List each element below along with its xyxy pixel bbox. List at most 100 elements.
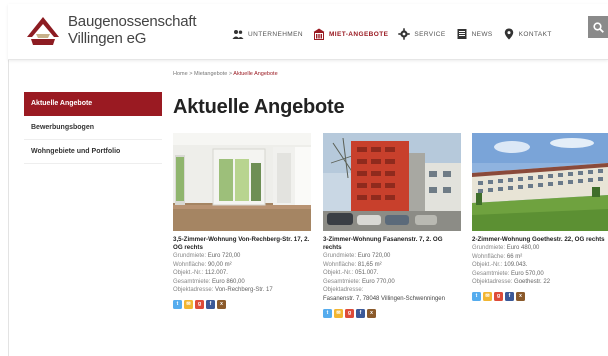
xing-icon[interactable]: x <box>367 308 376 318</box>
main-nav: UNTERNEHMEN MIET-ANGEBOTE SERVICE NEWS K… <box>232 28 552 40</box>
share-bar: t ✉ g f x <box>173 299 311 309</box>
row-label: Wohnfläche: <box>173 261 207 268</box>
complex-photo-image <box>472 133 608 231</box>
listing-objektadresse: Objektadresse: Von-Rechberg-Str. 17 <box>173 286 311 295</box>
search-button[interactable] <box>588 16 608 38</box>
people-icon <box>232 30 244 39</box>
listing-objektadresse: Objektadresse: <box>323 286 461 295</box>
nav-service[interactable]: SERVICE <box>398 28 445 40</box>
twitter-icon[interactable]: t <box>173 299 182 309</box>
row-label: Gesamtmiete: <box>323 278 361 285</box>
listing-title[interactable]: 3,5-Zimmer-Wohnung Von-Rechberg-Str. 17,… <box>173 236 311 252</box>
nav-kontakt[interactable]: KONTAKT <box>503 28 552 40</box>
sidebar: Aktuelle Angebote Bewerbungsbogen Wohnge… <box>24 92 162 164</box>
nav-label: KONTAKT <box>518 30 552 38</box>
listing-objekt-nr: Objekt.-Nr.: 051.007. <box>323 269 461 278</box>
row-label: Objekt.-Nr.: <box>173 270 204 277</box>
breadcrumb-home[interactable]: Home <box>173 71 188 77</box>
row-label: Objektadresse: <box>173 287 214 294</box>
listing-photo-complex[interactable] <box>472 133 608 231</box>
nav-miet-angebote[interactable]: MIET-ANGEBOTE <box>313 28 388 40</box>
row-label: Objektadresse: <box>323 287 364 294</box>
xing-icon[interactable]: x <box>516 291 525 301</box>
nav-news[interactable]: NEWS <box>456 28 493 40</box>
building-icon <box>313 28 325 40</box>
listing-gesamtmiete: Gesamtmiete: Euro 860,00 <box>173 278 311 287</box>
breadcrumb-separator: > <box>189 71 193 77</box>
row-value: Euro 480,00 <box>506 245 540 251</box>
gear-icon <box>398 28 411 40</box>
sidebar-item-bewerbungsbogen[interactable]: Bewerbungsbogen <box>24 116 162 140</box>
listing-address: Fasanenstr. 7, 78048 Villingen-Schwennin… <box>323 295 445 302</box>
listing-card: 3-Zimmer-Wohnung Fasanenstr. 7, 2. OG re… <box>323 133 461 318</box>
xing-icon[interactable]: x <box>217 299 226 309</box>
listing-grundmiete: Grundmiete: Euro 480,00 <box>472 244 608 253</box>
row-value: 66 m² <box>506 253 523 260</box>
row-label: Gesamtmiete: <box>173 278 211 285</box>
listing-title[interactable]: 3-Zimmer-Wohnung Fasanenstr. 7, 2. OG re… <box>323 236 461 252</box>
row-value: 051.007. <box>355 270 379 277</box>
row-label: Wohnfläche: <box>323 261 357 268</box>
listing-grundmiete: Grundmiete: Euro 720,00 <box>323 252 461 261</box>
brand-line-1: Baugenossenschaft <box>68 13 197 30</box>
mail-icon[interactable]: ✉ <box>483 291 492 301</box>
brand-name[interactable]: Baugenossenschaft Villingen eG <box>68 13 197 47</box>
row-value: 109.043. <box>504 262 528 269</box>
listing-photo-building[interactable] <box>323 133 461 231</box>
share-bar: t ✉ g f x <box>323 308 461 318</box>
breadcrumb-parent[interactable]: Mietangebote <box>194 71 227 77</box>
twitter-icon[interactable]: t <box>472 291 481 301</box>
row-label: Objekt.-Nr.: <box>472 262 503 269</box>
row-label: Grundmiete: <box>173 253 207 259</box>
site-header: Baugenossenschaft Villingen eG UNTERNEHM… <box>8 4 608 60</box>
listing-wohnflaeche: Wohnfläche: 66 m² <box>472 253 608 262</box>
mail-icon[interactable]: ✉ <box>184 299 193 309</box>
listing-gesamtmiete: Gesamtmiete: Euro 770,00 <box>323 278 461 287</box>
google-plus-icon[interactable]: g <box>345 308 354 318</box>
breadcrumb: Home > Mietangebote > Aktuelle Angebote <box>173 71 278 77</box>
nav-label: MIET-ANGEBOTE <box>328 30 389 38</box>
facebook-icon[interactable]: f <box>206 299 215 309</box>
row-label: Objektadresse: <box>472 279 513 286</box>
row-label: Grundmiete: <box>472 245 506 251</box>
row-value: Goethestr. 22 <box>514 279 551 286</box>
facebook-icon[interactable]: f <box>505 291 514 301</box>
google-plus-icon[interactable]: g <box>195 299 204 309</box>
newspaper-icon <box>457 29 467 39</box>
listing-gesamtmiete: Gesamtmiete: Euro 570,00 <box>472 270 608 279</box>
listing-grundmiete: Grundmiete: Euro 720,00 <box>173 252 311 261</box>
twitter-icon[interactable]: t <box>323 308 332 318</box>
listing-card: 2-Zimmer-Wohnung Goethestr. 22, OG recht… <box>472 133 608 301</box>
interior-photo-image <box>173 133 311 231</box>
row-value: 112.007. <box>205 270 228 277</box>
listing-photo-interior[interactable] <box>173 133 311 231</box>
share-bar: t ✉ g f x <box>472 291 608 301</box>
row-value: Euro 720,00 <box>357 253 391 259</box>
row-value: Euro 570,00 <box>511 270 544 277</box>
nav-unternehmen[interactable]: UNTERNEHMEN <box>232 28 303 40</box>
logo-icon[interactable] <box>26 15 60 49</box>
google-plus-icon[interactable]: g <box>494 291 503 301</box>
search-icon <box>592 21 604 33</box>
listing-objektadresse: Objektadresse: Goethestr. 22 <box>472 278 608 287</box>
nav-label: SERVICE <box>414 30 446 38</box>
breadcrumb-separator: > <box>228 71 233 77</box>
listing-card: 3,5-Zimmer-Wohnung Von-Rechberg-Str. 17,… <box>173 133 311 309</box>
facebook-icon[interactable]: f <box>356 308 365 318</box>
page-title: Aktuelle Angebote <box>173 96 345 118</box>
nav-label: NEWS <box>471 30 493 38</box>
listing-wohnflaeche: Wohnfläche: 81,65 m² <box>323 261 461 270</box>
row-label: Wohnfläche: <box>472 253 506 260</box>
listing-objekt-nr: Objekt.-Nr.: 112.007. <box>173 269 311 278</box>
row-value: Euro 720,00 <box>207 253 241 259</box>
row-value: 81,65 m² <box>357 261 382 268</box>
sidebar-item-aktuelle-angebote[interactable]: Aktuelle Angebote <box>24 92 162 116</box>
row-value: 90,00 m² <box>207 261 232 268</box>
row-value: Euro 860,00 <box>212 278 245 285</box>
listing-title[interactable]: 2-Zimmer-Wohnung Goethestr. 22, OG recht… <box>472 236 608 244</box>
mail-icon[interactable]: ✉ <box>334 308 343 318</box>
nav-label: UNTERNEHMEN <box>248 30 303 38</box>
listing-wohnflaeche: Wohnfläche: 90,00 m² <box>173 261 311 270</box>
sidebar-item-wohngebiete[interactable]: Wohngebiete und Portfolio <box>24 140 162 164</box>
row-value: Euro 770,00 <box>362 278 395 285</box>
